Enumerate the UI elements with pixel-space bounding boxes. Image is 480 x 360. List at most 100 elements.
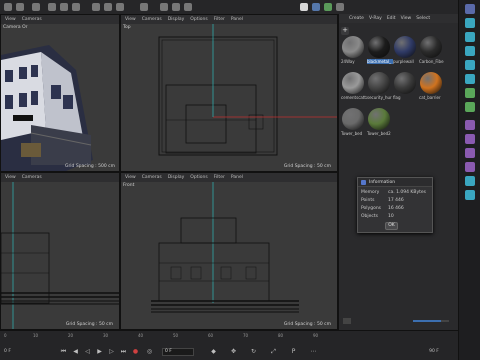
dialog-title: Information xyxy=(369,179,396,185)
material-preview xyxy=(420,72,442,94)
current-frame-field[interactable]: 0 F xyxy=(162,348,194,356)
material-label: 24Way xyxy=(341,59,355,64)
sphere-icon[interactable] xyxy=(465,18,475,28)
play-backward-icon[interactable]: ◁ xyxy=(84,348,91,355)
object-manager-icon[interactable] xyxy=(465,4,475,14)
play-icon[interactable]: ▶ xyxy=(96,348,103,355)
material-swatch[interactable]: cat_barrier xyxy=(419,72,443,100)
next-key-icon[interactable]: ▷ xyxy=(108,348,115,355)
grid-spacing-label: Grid Spacing : 50 cm xyxy=(283,164,331,169)
go-to-end-icon[interactable]: ⏭ xyxy=(120,348,127,355)
material-swatch[interactable]: purplewall xyxy=(393,36,417,64)
cube-icon[interactable] xyxy=(465,32,475,42)
dialog-title-bar: Information xyxy=(358,178,432,187)
material-swatch[interactable]: Carbon_Fibe xyxy=(419,36,444,64)
material-label: Tower_bed xyxy=(341,131,363,136)
material-view-icon[interactable] xyxy=(343,318,351,324)
light-icon[interactable] xyxy=(465,46,475,56)
material-zoom-slider[interactable] xyxy=(413,320,449,322)
material-label: flag xyxy=(393,95,401,100)
cube-primitive-icon[interactable] xyxy=(300,3,308,11)
effector-icon[interactable] xyxy=(465,88,475,98)
material-preview xyxy=(342,36,364,58)
prev-key-icon[interactable]: ◀ xyxy=(72,348,79,355)
redo-icon[interactable] xyxy=(16,3,24,11)
material-swatch[interactable]: security_hur xyxy=(367,72,392,100)
z-axis-icon[interactable] xyxy=(116,3,124,11)
right-tool-palette xyxy=(458,0,480,360)
autokey-icon[interactable]: ◎ xyxy=(146,348,153,355)
material-swatch[interactable]: blackmetal_ xyxy=(367,36,393,64)
perspective-viewport[interactable]: View Cameras Camera Or Grid Spacing : 50… xyxy=(0,14,120,172)
material-menu: Create V-Ray Edit View Select xyxy=(339,14,458,23)
top-viewport[interactable]: View Cameras Display Options Filter Pane… xyxy=(120,14,338,172)
add-material-icon[interactable]: + xyxy=(341,27,349,35)
grid-spacing-label: Grid Spacing : 500 cm xyxy=(64,164,115,169)
move-key-icon[interactable]: ✥ xyxy=(230,348,237,355)
render-picture-icon[interactable] xyxy=(172,3,180,11)
material-swatch[interactable]: cementscatta xyxy=(341,72,367,100)
mat-menu-create[interactable]: Create xyxy=(349,16,364,21)
y-axis-icon[interactable] xyxy=(104,3,112,11)
scale-tool-icon[interactable] xyxy=(60,3,68,11)
mat-menu-view[interactable]: View xyxy=(401,16,412,21)
material-preview xyxy=(394,36,416,58)
playback-controls: 0 F ⏮ ◀ ◁ ▶ ▷ ⏭ ● ◎ 0 F ◆ ✥ ↻ ⤢ P ⋯ 90 F xyxy=(0,344,458,360)
point-level-icon[interactable]: ⋯ xyxy=(310,348,317,355)
material-swatch[interactable]: Tower_bed xyxy=(341,108,365,136)
render-icon[interactable] xyxy=(465,176,475,186)
render-settings-icon[interactable] xyxy=(184,3,192,11)
mat-menu-edit[interactable]: Edit xyxy=(387,16,396,21)
rotate-key-icon[interactable]: ↻ xyxy=(250,348,257,355)
param-key-icon[interactable]: P xyxy=(290,348,297,355)
top-wireframe xyxy=(158,24,337,156)
end-frame-field[interactable]: 90 F xyxy=(420,348,448,355)
timeline: 0 10 20 30 40 50 60 70 80 90 0 F ⏮ ◀ ◁ ▶… xyxy=(0,330,458,360)
main-toolbar xyxy=(0,0,458,15)
spline-icon[interactable] xyxy=(312,3,320,11)
select-tool-icon[interactable] xyxy=(32,3,40,11)
mat-menu-vray[interactable]: V-Ray xyxy=(369,16,382,21)
material-label: cat_barrier xyxy=(419,95,441,100)
camera-icon[interactable] xyxy=(465,134,475,144)
material-swatch[interactable]: Tower_bed2 xyxy=(367,108,391,136)
grid-spacing-label: Grid Spacing : 50 cm xyxy=(65,322,113,327)
material-label: purplewall xyxy=(393,59,414,64)
environment-icon[interactable] xyxy=(465,162,475,172)
ok-button[interactable]: OK xyxy=(385,222,398,230)
information-dialog: Information Memory ca. 1.094 KBytes Poin… xyxy=(357,177,433,233)
x-axis-icon[interactable] xyxy=(92,3,100,11)
cloner-icon[interactable] xyxy=(465,74,475,84)
mat-menu-select[interactable]: Select xyxy=(416,16,430,21)
right-viewport[interactable]: View Cameras Grid Spacing : 50 cm xyxy=(0,172,120,330)
coordinate-system-icon[interactable] xyxy=(140,3,148,11)
text-icon[interactable] xyxy=(465,60,475,70)
start-frame-field[interactable]: 0 F xyxy=(4,348,11,355)
go-to-start-icon[interactable]: ⏮ xyxy=(60,348,67,355)
deformer-icon[interactable] xyxy=(336,3,344,11)
keyframe-icon[interactable]: ◆ xyxy=(210,348,217,355)
scale-key-icon[interactable]: ⤢ xyxy=(270,348,277,355)
right-wireframe xyxy=(1,182,119,329)
field-icon[interactable] xyxy=(465,102,475,112)
generator-icon[interactable] xyxy=(324,3,332,11)
material-preview xyxy=(394,72,416,94)
deformer-icon[interactable] xyxy=(465,120,475,130)
undo-icon[interactable] xyxy=(4,3,12,11)
material-preview xyxy=(368,72,390,94)
front-wireframe xyxy=(151,182,299,313)
timeline-ruler[interactable]: 0 10 20 30 40 50 60 70 80 90 xyxy=(0,331,458,343)
material-swatch[interactable]: 24Way xyxy=(341,36,365,64)
info-icon xyxy=(361,179,366,185)
move-tool-icon[interactable] xyxy=(48,3,56,11)
picture-viewer-icon[interactable] xyxy=(465,190,475,200)
render-view-icon[interactable] xyxy=(160,3,168,11)
material-swatch[interactable]: flag xyxy=(393,72,417,100)
material-preview xyxy=(368,36,390,58)
scene-icon[interactable] xyxy=(465,148,475,158)
front-viewport[interactable]: View Cameras Display Options Filter Pane… xyxy=(120,172,338,330)
material-preview xyxy=(342,108,364,130)
material-preview xyxy=(368,108,390,130)
rotate-tool-icon[interactable] xyxy=(72,3,80,11)
record-icon[interactable]: ● xyxy=(132,348,139,355)
